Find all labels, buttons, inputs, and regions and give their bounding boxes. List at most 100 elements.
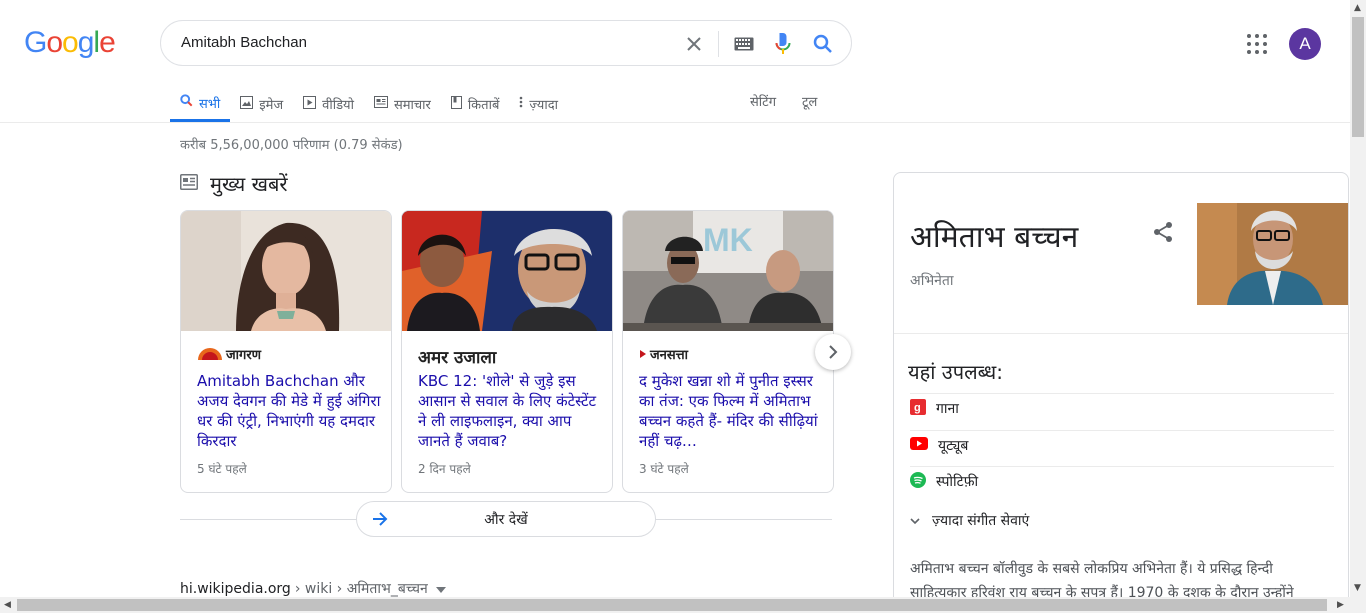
vertical-scrollbar[interactable]: ▲ ▼ bbox=[1350, 0, 1366, 597]
news-headline[interactable]: Amitabh Bachchan और अजय देवगन की मेडे मे… bbox=[197, 371, 381, 451]
news-source-label: जागरण bbox=[226, 348, 262, 363]
news-card[interactable]: अमर उजाला KBC 12: 'शोले' से जुड़े इस आसा… bbox=[401, 210, 613, 493]
top-stories-title: मुख्य खबरें bbox=[210, 172, 288, 196]
tab-all[interactable]: सभी bbox=[170, 86, 231, 122]
tab-more[interactable]: ज़्यादा bbox=[509, 86, 568, 122]
tab-label: ज़्यादा bbox=[529, 98, 558, 113]
gaana-icon: g bbox=[910, 398, 926, 419]
kp-available-title: यहां उपलब्ध: bbox=[908, 360, 1003, 384]
vertical-scroll-thumb[interactable] bbox=[1352, 17, 1364, 137]
caret-down-icon[interactable] bbox=[435, 581, 446, 597]
page: Google Amitabh Bachchan A सभी इमेज वीडिय… bbox=[0, 0, 1366, 613]
service-label: गाना bbox=[936, 401, 959, 417]
chevron-down-icon bbox=[910, 513, 920, 529]
news-source: जनसत्ता bbox=[639, 345, 688, 363]
search-box[interactable]: Amitabh Bachchan bbox=[160, 20, 852, 66]
logo-letter: G bbox=[24, 26, 47, 59]
service-youtube[interactable]: यूट्यूब bbox=[910, 430, 1334, 460]
share-icon[interactable] bbox=[1152, 221, 1174, 243]
kp-subtitle: अभिनेता bbox=[910, 273, 954, 289]
keyboard-icon[interactable] bbox=[732, 32, 756, 56]
chevron-right-icon bbox=[829, 345, 838, 359]
account-avatar[interactable]: A bbox=[1289, 28, 1321, 60]
result-citation[interactable]: hi.wikipedia.org › wiki › अमिताभ_बच्चन bbox=[180, 579, 446, 598]
news-source: जागरण bbox=[197, 345, 261, 363]
kp-photo[interactable] bbox=[1197, 203, 1348, 305]
tab-videos[interactable]: वीडियो bbox=[293, 86, 364, 122]
jansatta-logo-icon bbox=[640, 350, 646, 358]
header-divider bbox=[0, 122, 1350, 123]
kp-divider bbox=[894, 333, 1348, 334]
carousel-next-button[interactable] bbox=[815, 334, 851, 370]
scroll-right-icon[interactable]: ▶ bbox=[1337, 600, 1344, 610]
news-source-label: जनसत्ता bbox=[650, 348, 688, 363]
search-divider bbox=[718, 31, 719, 57]
tab-images[interactable]: इमेज bbox=[230, 86, 293, 122]
logo-letter: g bbox=[77, 26, 95, 59]
news-time: 5 घंटे पहले bbox=[197, 462, 247, 476]
tab-label: सभी bbox=[199, 96, 221, 112]
service-label: यूट्यूब bbox=[938, 438, 969, 454]
horizontal-scrollbar[interactable]: ◀ ▶ bbox=[0, 597, 1366, 613]
news-headline[interactable]: द मुकेश खन्ना शो में पुनीत इस्सर का तंज:… bbox=[639, 371, 823, 451]
service-spotify[interactable]: स्पोटिफ़ी bbox=[910, 466, 1334, 496]
horizontal-scroll-thumb[interactable] bbox=[17, 599, 1327, 611]
tab-news[interactable]: समाचार bbox=[364, 86, 441, 122]
logo-letter: o bbox=[62, 26, 79, 59]
newspaper-icon bbox=[180, 173, 198, 194]
top-stories-header: मुख्य खबरें bbox=[180, 170, 288, 197]
youtube-icon bbox=[910, 437, 928, 454]
news-thumbnail bbox=[402, 211, 612, 331]
scroll-up-icon[interactable]: ▲ bbox=[1354, 3, 1361, 13]
news-time: 3 घंटे पहले bbox=[639, 462, 689, 476]
news-source-label: अमर उजाला bbox=[418, 348, 497, 368]
tab-label: समाचार bbox=[393, 98, 431, 113]
more-music-services[interactable]: ज़्यादा संगीत सेवाएं bbox=[910, 511, 1029, 530]
search-tabs: सभी इमेज वीडियो समाचार किताबें ज़्यादा bbox=[170, 86, 568, 122]
image-icon bbox=[240, 95, 254, 113]
more-vert-icon bbox=[519, 96, 523, 112]
scroll-left-icon[interactable]: ◀ bbox=[4, 600, 11, 610]
news-card[interactable]: जागरण Amitabh Bachchan और अजय देवगन की म… bbox=[180, 210, 392, 493]
search-icon bbox=[180, 94, 193, 111]
logo-letter: o bbox=[46, 26, 63, 59]
news-thumbnail bbox=[181, 211, 391, 331]
video-icon bbox=[303, 95, 317, 113]
service-label: स्पोटिफ़ी bbox=[936, 474, 979, 490]
tools-link[interactable]: टूल bbox=[802, 86, 817, 116]
news-card[interactable]: MK जनसत्ता द मुकेश खन्ना शो में पुनीत इस… bbox=[622, 210, 834, 493]
scroll-down-icon[interactable]: ▼ bbox=[1354, 583, 1361, 593]
logo-letter: e bbox=[99, 26, 116, 59]
result-path: › wiki › अमिताभ_बच्चन bbox=[294, 581, 428, 597]
knowledge-panel: अमिताभ बच्चन अभिनेता यहां उपलब्ध: g गाना bbox=[893, 172, 1349, 613]
tab-label: इमेज bbox=[259, 98, 284, 113]
search-input[interactable]: Amitabh Bachchan bbox=[181, 34, 307, 51]
tab-label: किताबें bbox=[467, 98, 500, 113]
service-gaana[interactable]: g गाना bbox=[910, 393, 1334, 423]
tab-label: वीडियो bbox=[322, 98, 354, 113]
svg-text:MK: MK bbox=[703, 222, 753, 258]
settings-link[interactable]: सेटिंग bbox=[750, 86, 776, 116]
news-headline[interactable]: KBC 12: 'शोले' से जुड़े इस आसान से सवाल … bbox=[418, 371, 602, 451]
more-news-button[interactable]: और देखें bbox=[356, 501, 656, 537]
jagran-logo-icon bbox=[198, 348, 222, 360]
news-icon bbox=[373, 96, 388, 112]
svg-text:g: g bbox=[914, 402, 921, 414]
google-logo[interactable]: Google bbox=[24, 26, 116, 60]
news-source: अमर उजाला bbox=[418, 345, 496, 368]
book-icon bbox=[450, 95, 462, 113]
kp-title: अमिताभ बच्चन bbox=[910, 220, 1079, 255]
news-thumbnail: MK bbox=[623, 211, 833, 331]
more-news-label: और देखें bbox=[484, 511, 528, 528]
result-domain: hi.wikipedia.org bbox=[180, 580, 291, 597]
results-count: करीब 5,56,00,000 परिणाम (0.79 सेकंड) bbox=[180, 138, 403, 153]
search-icon[interactable] bbox=[811, 32, 835, 56]
apps-grid-icon[interactable] bbox=[1245, 32, 1269, 56]
arrow-right-icon bbox=[371, 510, 389, 532]
tab-books[interactable]: किताबें bbox=[441, 86, 510, 122]
news-carousel: जागरण Amitabh Bachchan और अजय देवगन की म… bbox=[180, 210, 834, 493]
spotify-icon bbox=[910, 471, 926, 492]
news-time: 2 दिन पहले bbox=[418, 462, 471, 476]
clear-icon[interactable] bbox=[682, 32, 706, 56]
microphone-icon[interactable] bbox=[771, 32, 795, 56]
